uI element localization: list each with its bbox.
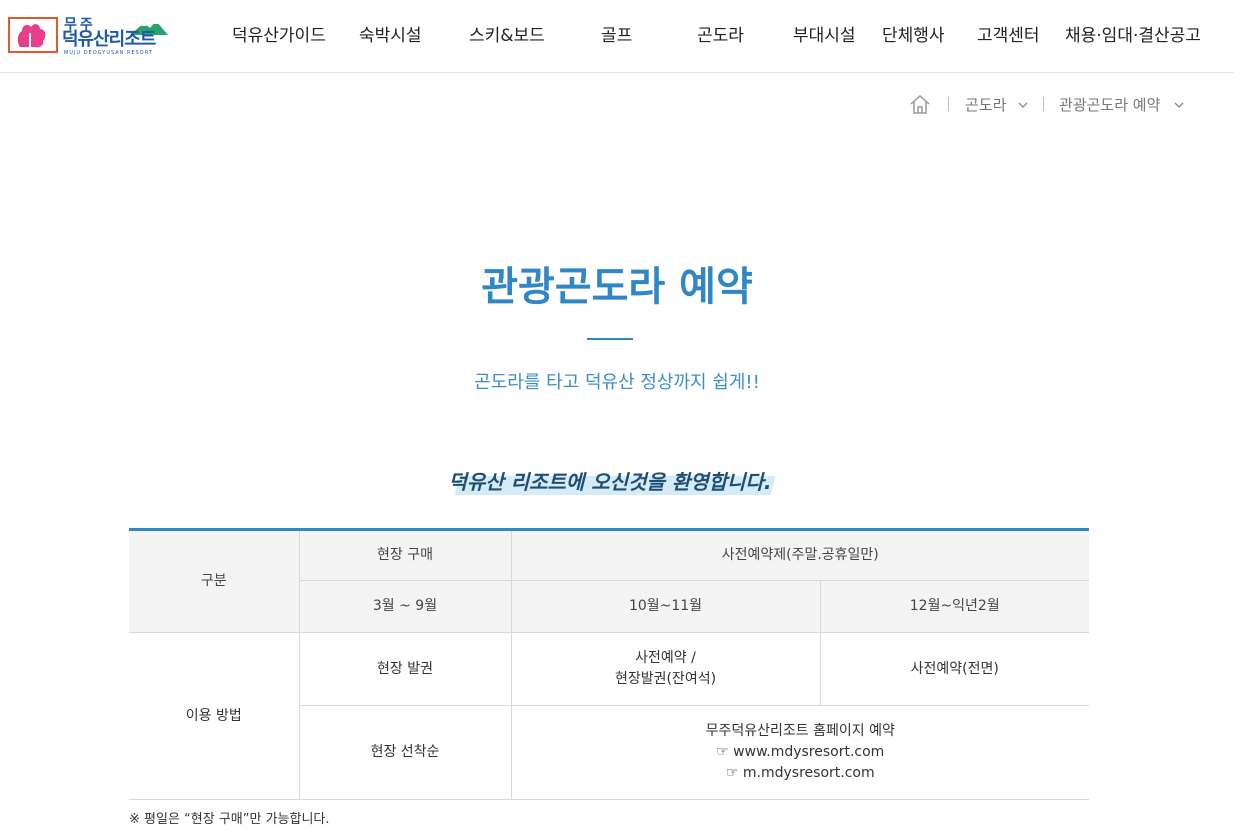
nav-recruit-notice[interactable]: 채용·임대·결산공고 bbox=[1065, 25, 1201, 47]
logo-emblem-icon bbox=[17, 24, 46, 48]
period-cell: 10월~11월 bbox=[510, 580, 821, 633]
table-header-row: 구분 현장 구매 사전예약제(주말.공휴일만) bbox=[129, 529, 1089, 633]
breadcrumb-divider bbox=[1043, 97, 1044, 111]
header-reservation: 사전예약제(주말.공휴일만) bbox=[510, 529, 1089, 581]
nav-deogyusan-guide[interactable]: 덕유산가이드 bbox=[232, 25, 326, 47]
nav-accommodation[interactable]: 숙박시설 bbox=[359, 25, 422, 47]
logo-mark bbox=[8, 17, 58, 53]
page-title: 관광곤도라 예약 bbox=[481, 264, 753, 310]
resort-logo[interactable]: 무주 덕유산리조트 MUJU DEOGYUSAN RESORT bbox=[8, 17, 168, 57]
table-row: 이용 방법 현장 발권 사전예약 / 현장발권(잔여석) 사전예약(전면) bbox=[129, 632, 1089, 800]
welcome-message: 덕유산 리조트에 오신것을 환영합니다. bbox=[448, 470, 772, 494]
home-icon[interactable] bbox=[909, 94, 931, 115]
site-header: 무주 덕유산리조트 MUJU DEOGYUSAN RESORT 덕유산가이드 숙… bbox=[0, 0, 1234, 73]
table-cell: 현장 선착순 bbox=[299, 705, 512, 800]
nav-group-events[interactable]: 단체행사 bbox=[882, 25, 945, 47]
mobile-link[interactable]: ☞ m.mdysresort.com bbox=[726, 765, 875, 781]
table-cell: 무주덕유산리조트 홈페이지 예약 ☞ www.mdysresort.com ☞ … bbox=[510, 705, 1089, 800]
header-category: 구분 bbox=[129, 529, 300, 633]
cell-line: 무주덕유산리조트 홈페이지 예약 bbox=[705, 723, 895, 739]
table-cell: 사전예약(전면) bbox=[819, 632, 1089, 706]
nav-gondola[interactable]: 곤도라 bbox=[697, 25, 744, 47]
weekday-note: ※ 평일은 “현장 구매”만 가능합니다. bbox=[129, 812, 330, 827]
logo-text-name: 덕유산리조트 bbox=[62, 29, 156, 50]
breadcrumb-current[interactable]: 관광곤도라 예약 bbox=[1059, 95, 1160, 115]
chevron-down-icon[interactable] bbox=[1174, 102, 1184, 109]
cell-line: 현장발권(잔여석) bbox=[614, 671, 717, 687]
gondola-reservation-table: 구분 현장 구매 사전예약제(주말.공휴일만) 3월 ~ 9월 10월~11월 … bbox=[129, 528, 1089, 800]
table-cell: 사전예약 / 현장발권(잔여석) bbox=[510, 632, 821, 706]
period-cell: 3월 ~ 9월 bbox=[299, 580, 512, 633]
homepage-link[interactable]: ☞ www.mdysresort.com bbox=[716, 744, 884, 760]
nav-customer-center[interactable]: 고객센터 bbox=[977, 25, 1040, 47]
logo-text-english: MUJU DEOGYUSAN RESORT bbox=[64, 50, 153, 56]
nav-ski-board[interactable]: 스키&보드 bbox=[469, 25, 545, 47]
page-subtitle: 곤도라를 타고 덕유산 정상까지 쉽게!! bbox=[474, 372, 760, 393]
cell-line: 사전예약 / bbox=[635, 650, 696, 666]
title-underline bbox=[587, 338, 633, 340]
table-cell: 현장 발권 bbox=[298, 632, 512, 706]
breadcrumb-gondola[interactable]: 곤도라 bbox=[965, 95, 1006, 115]
nav-golf[interactable]: 골프 bbox=[601, 25, 632, 47]
header-onsite: 현장 구매 bbox=[298, 529, 512, 581]
period-cell: 12월~익년2월 bbox=[819, 580, 1089, 633]
row-label: 이용 방법 bbox=[129, 632, 300, 800]
breadcrumb-divider bbox=[948, 97, 949, 111]
nav-facilities[interactable]: 부대시설 bbox=[793, 25, 856, 47]
chevron-down-icon[interactable] bbox=[1018, 102, 1028, 109]
